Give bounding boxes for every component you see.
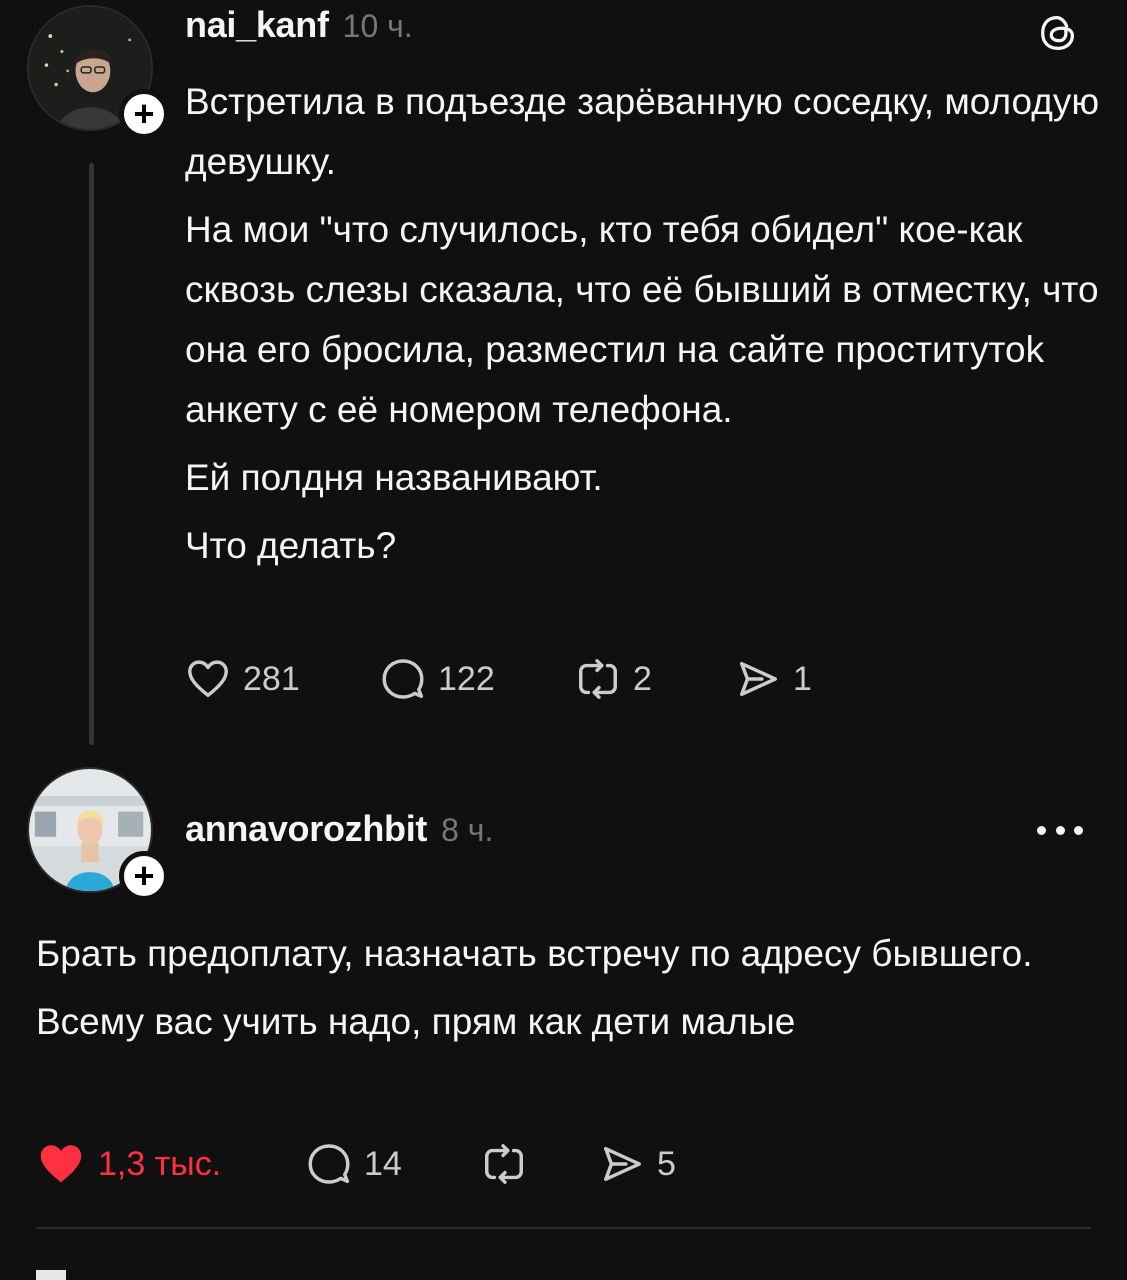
threads-logo-icon[interactable] — [1035, 10, 1081, 56]
reply-paragraph: Всему вас учить надо, прям как дети малы… — [36, 1001, 796, 1042]
like-button[interactable]: 1,3 тыс. — [36, 1139, 306, 1189]
like-button[interactable]: 281 — [185, 656, 380, 702]
repost-icon — [579, 659, 617, 699]
reply-action-bar: 1,3 тыс. 14 5 — [36, 1139, 676, 1189]
send-icon — [739, 661, 777, 697]
reply-count: 122 — [438, 659, 495, 698]
post-body: Встретила в подъезде зарёванную соседку,… — [185, 72, 1105, 584]
more-dot — [1055, 825, 1065, 835]
plus-icon[interactable]: + — [119, 89, 169, 139]
repost-icon — [485, 1144, 523, 1184]
more-icon[interactable] — [1037, 823, 1083, 837]
like-count: 1,3 тыс. — [98, 1144, 222, 1183]
heart-filled-icon — [40, 1145, 82, 1183]
heart-icon — [188, 660, 228, 698]
next-post-edge — [36, 1270, 66, 1280]
like-count: 281 — [243, 659, 300, 698]
post-paragraph: Встретила в подъезде зарёванную соседку,… — [185, 81, 1100, 182]
reply-button[interactable]: 122 — [380, 656, 575, 702]
send-icon — [603, 1146, 641, 1182]
post-paragraph: Что делать? — [185, 525, 397, 566]
post-action-bar: 281 122 2 1 — [185, 656, 812, 702]
more-dot — [1074, 825, 1083, 835]
repost-button[interactable] — [481, 1141, 599, 1187]
repost-button[interactable]: 2 — [575, 656, 735, 702]
post-username[interactable]: nai_kanf — [185, 4, 329, 46]
divider — [36, 1227, 1091, 1229]
reply-username[interactable]: annavorozhbit — [185, 808, 427, 850]
share-count: 5 — [657, 1144, 676, 1183]
threads-screen: + nai_kanf 10 ч. Встретила в подъезде за… — [0, 0, 1127, 1280]
comment-icon — [382, 659, 424, 699]
comment-icon — [308, 1144, 350, 1184]
reply-body: Брать предоплату, назначать встречу по а… — [36, 924, 1096, 1060]
share-count: 1 — [793, 659, 812, 698]
post-time: 10 ч. — [342, 8, 413, 44]
reply-author-avatar-wrap[interactable]: + — [27, 767, 169, 901]
post-paragraph: Ей полдня названивают. — [185, 457, 603, 498]
reply-paragraph: Брать предоплату, назначать встречу по а… — [36, 933, 1033, 974]
reply-button[interactable]: 14 — [306, 1141, 481, 1187]
reply-header: annavorozhbit 8 ч. — [185, 808, 493, 850]
thread-connector-line — [89, 163, 94, 745]
share-button[interactable]: 5 — [599, 1141, 676, 1187]
repost-count: 2 — [633, 659, 652, 698]
post-paragraph: На мои "что случилось, кто тебя обидел" … — [185, 209, 1099, 430]
share-button[interactable]: 1 — [735, 656, 812, 702]
post-header: nai_kanf 10 ч. — [185, 4, 413, 46]
plus-icon[interactable]: + — [119, 851, 169, 901]
reply-count: 14 — [364, 1144, 402, 1183]
post-author-avatar-wrap[interactable]: + — [27, 5, 169, 139]
more-dot — [1037, 825, 1046, 835]
reply-time: 8 ч. — [441, 812, 494, 848]
